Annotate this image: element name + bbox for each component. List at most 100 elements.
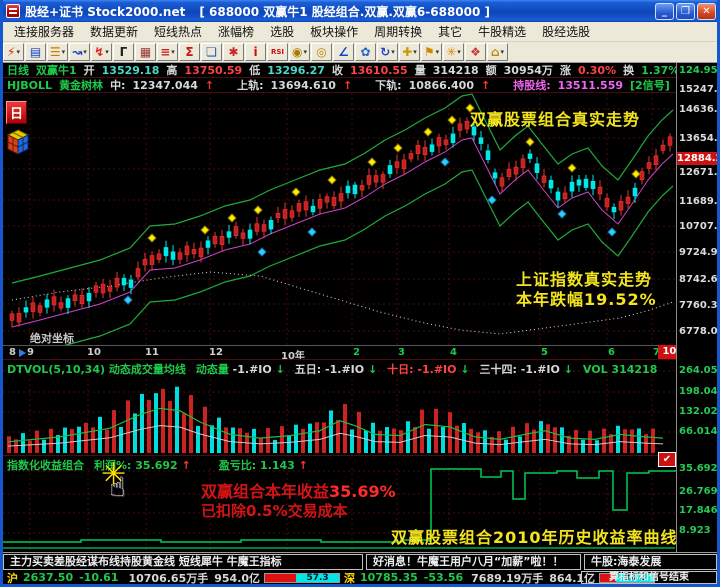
dropdown-arrow-icon[interactable]: ▾ (501, 49, 505, 56)
toolbar: ⚡▾▤☰▾↝▾↯▾Γ▦≡▾Σ❏✱iRSI◉▾◎∠✿↻▾✚▾⚑▾✳▾❖⌂▾ (0, 42, 720, 63)
profit-scale-label: 8.923 (679, 525, 711, 536)
menu-connect-server[interactable]: 连接服务器 (6, 22, 82, 41)
dropdown-arrow-icon[interactable]: ▾ (303, 49, 307, 56)
signal-check-icon[interactable]: ✔ (658, 452, 676, 467)
portfolio-trend-annotation: 双赢股票组合真实走势 (470, 106, 640, 130)
volume-indicator-title: DTVOL(5,10,34) 动态成交量均线 (7, 361, 186, 377)
dyn-vol-label: 动态量 (196, 363, 229, 376)
turnover-value: 1.37% (641, 64, 679, 77)
x-axis: 8 9 10 11 12 10年 2 3 4 5 6 7 (3, 345, 679, 359)
plus-icon[interactable]: ✚▾ (399, 43, 420, 61)
gear-icon[interactable]: ✱ (223, 43, 244, 61)
x-tick: 10 (87, 347, 101, 358)
gun-icon[interactable]: Γ (113, 43, 134, 61)
home-icon[interactable]: ⌂▾ (487, 43, 508, 61)
rsi-icon[interactable]: RSI (267, 43, 288, 61)
dropdown-arrow-icon[interactable]: ▾ (391, 49, 395, 56)
menu-gainers[interactable]: 涨幅榜 (210, 22, 262, 41)
yearly-return-annotation: 双赢组合本年收益35.69% (201, 478, 396, 502)
volume-panel: DTVOL(5,10,34) 动态成交量均线 动态量 -1.#IO ↓ 五日: … (3, 359, 676, 455)
ma5-value: -1.#IO (325, 363, 364, 376)
document-title: [ 688000 双赢牛1 股经组合.双赢.双赢6-688000 ] (199, 3, 490, 20)
price-scale-label: 10707.2 (679, 221, 720, 232)
menu-gujing-pick[interactable]: 股经选股 (534, 22, 598, 41)
app-window: 股经+证书 Stock2000.net [ 688000 双赢牛1 股经组合.双… (0, 0, 720, 587)
low-value: 13296.27 (267, 64, 325, 77)
menu-period-switch[interactable]: 周期转换 (366, 22, 430, 41)
eye-icon[interactable]: ◉▾ (289, 43, 310, 61)
window-grid-icon[interactable]: ❖ (465, 43, 486, 61)
mid-band-label: 中: (110, 77, 125, 93)
sz-price: 10785.35 (360, 571, 418, 584)
ma5-label: 五日: (295, 363, 321, 376)
dyn-vol-value: -1.#IO (233, 363, 272, 376)
indicator-info-row: HJBOLL 黄金树林 中: 12347.044 ↑ 上轨: 13694.610… (3, 78, 679, 93)
history-curve-annotation: 双赢股票组合2010年历史收益率曲线 (391, 524, 678, 548)
win-ratio-label: 盈亏比: (219, 459, 256, 472)
close-button[interactable]: ✕ (697, 3, 716, 20)
dropdown-arrow-icon[interactable]: ▾ (62, 49, 66, 56)
x-tick: 6 (608, 347, 615, 358)
open-value: 13529.18 (102, 64, 160, 77)
coin-icon[interactable]: ◎ (311, 43, 332, 61)
profit-scale-label: 17.846 (679, 505, 718, 516)
coordinate-mode-label[interactable]: 绝对坐标 (30, 330, 74, 346)
daily-period-button[interactable]: 日 (6, 101, 27, 124)
low-label: 低 (249, 62, 260, 78)
minimize-button[interactable]: _ (655, 3, 674, 20)
info-icon[interactable]: i (245, 43, 266, 61)
menu-hot-spots[interactable]: 短线热点 (146, 22, 210, 41)
price-scale-label: 9724.9 (679, 247, 718, 258)
menu-others[interactable]: 其它 (430, 22, 470, 41)
lower-band-value: 10866.400 (409, 79, 474, 92)
dropdown-arrow-icon[interactable]: ▾ (171, 49, 175, 56)
lightning-icon[interactable]: ↯▾ (91, 43, 112, 61)
pct-scale-label: 124.95% (679, 65, 720, 76)
quote-info-row: 日线 双赢牛1 开 13529.18 高 13750.59 低 13296.27… (3, 63, 679, 78)
menu-sector-ops[interactable]: 板块操作 (302, 22, 366, 41)
app-icon (6, 4, 20, 18)
connect-server-icon[interactable]: ⚡▾ (3, 43, 24, 61)
dropdown-arrow-icon[interactable]: ▾ (413, 49, 417, 56)
dropdown-arrow-icon[interactable]: ▾ (83, 49, 87, 56)
angle-icon[interactable]: ∠ (333, 43, 354, 61)
maximize-button[interactable]: ❐ (676, 3, 695, 20)
yearly-return-value: 35.69% (329, 482, 396, 501)
menu-bull-picks[interactable]: 牛股精选 (470, 22, 534, 41)
save-icon[interactable]: ▤ (25, 43, 46, 61)
flag-tool-icon[interactable]: ⚑▾ (421, 43, 442, 61)
x-tick: 12 (209, 347, 223, 358)
sum-icon[interactable]: Σ (179, 43, 200, 61)
period-label[interactable]: 日线 (7, 62, 29, 78)
vol-scale-label: 66.014 (679, 426, 718, 437)
dropdown-arrow-icon[interactable]: ▾ (105, 49, 109, 56)
globe-icon[interactable]: ✿ (355, 43, 376, 61)
price-scale-label: 12671.8 (679, 167, 720, 178)
calc-status: 算指标和信号结束 (581, 571, 717, 584)
current-price-badge: 12884.2 (677, 152, 718, 165)
bull-stock-ticker: 牛股:海泰发展 (584, 554, 717, 570)
up-arrow-icon: ↑ (343, 79, 352, 92)
matrix-icon[interactable]: ▦ (135, 43, 156, 61)
turnover-label: 换 (623, 62, 634, 78)
dropdown-arrow-icon[interactable]: ▾ (16, 49, 20, 56)
quote-list-icon[interactable]: ≡▾ (157, 43, 178, 61)
menu-stock-pick[interactable]: 选股 (262, 22, 302, 41)
vol-total-label: VOL 314218 (583, 363, 657, 376)
amount-value: 30954万 (504, 62, 553, 78)
amount-label: 额 (486, 62, 497, 78)
trend-line-icon[interactable]: ↝▾ (69, 43, 90, 61)
cube-icon[interactable] (6, 129, 30, 155)
menu-data-update[interactable]: 数据更新 (82, 22, 146, 41)
close-label: 收 (332, 62, 343, 78)
upper-band-value: 13694.610 (271, 79, 336, 92)
spark-icon[interactable]: ✳▾ (443, 43, 464, 61)
x-tick: 3 (398, 347, 405, 358)
refresh-icon[interactable]: ↻▾ (377, 43, 398, 61)
vol-scale-label: 198.041 (679, 386, 720, 397)
dropdown-arrow-icon[interactable]: ▾ (457, 49, 461, 56)
yearly-return-text: 双赢组合本年收益 (201, 482, 329, 501)
notebook-icon[interactable]: ❏ (201, 43, 222, 61)
kline-chart-icon[interactable]: ☰▾ (47, 43, 68, 61)
dropdown-arrow-icon[interactable]: ▾ (436, 49, 440, 56)
